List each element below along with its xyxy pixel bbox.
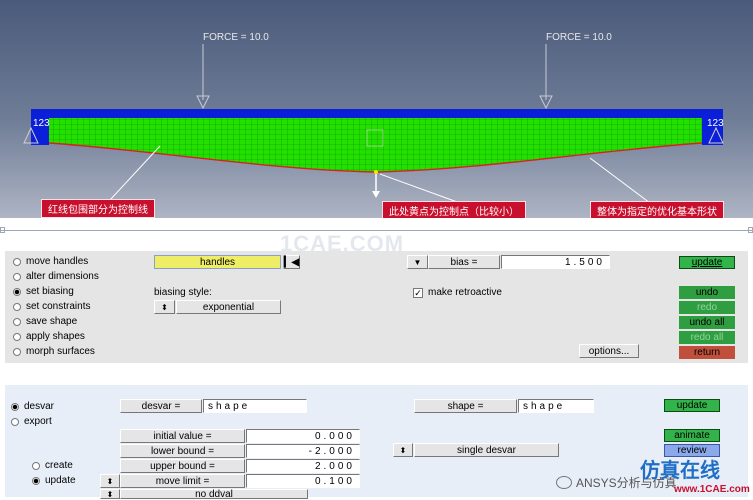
toggle-arrows-icon[interactable]: ⬍ (100, 489, 120, 499)
radio-desvar[interactable]: desvar (11, 401, 54, 412)
radio-indicator (13, 302, 21, 311)
initial-value-field[interactable]: 0.000 (246, 429, 360, 443)
toggle-arrows-icon[interactable]: ⬍ (393, 443, 413, 457)
options-button[interactable]: options... (579, 344, 639, 358)
upper-bound-label: upper bound = (120, 459, 245, 473)
node-label-left: 123 (33, 118, 50, 129)
site-url: www.1CAE.com (674, 484, 750, 495)
shape-name-field[interactable]: shape (518, 399, 594, 413)
top-plate (31, 109, 723, 119)
redo-all-button[interactable]: redo all (679, 331, 735, 344)
mesh-body (49, 118, 702, 172)
radio-create[interactable]: create (32, 460, 73, 471)
radio-indicator (32, 476, 40, 485)
morph-panel: move handles alter dimensions set biasin… (5, 251, 748, 363)
chevron-down-icon[interactable]: ▼ (407, 255, 428, 269)
bias-selector[interactable]: bias = (428, 255, 500, 269)
radio-set-constraints[interactable]: set constraints (13, 301, 90, 312)
force-arrow-right (539, 44, 553, 110)
radio-indicator (13, 347, 21, 356)
checkmark-icon: ✓ (413, 287, 423, 298)
lower-bound-field[interactable]: -2.000 (246, 444, 360, 458)
biasing-style-label: biasing style: (154, 287, 212, 298)
biasing-style-toggle[interactable]: exponential (176, 300, 281, 314)
radio-set-biasing[interactable]: set biasing (13, 286, 74, 297)
callout-control-point: 此处黄点为控制点（比较小） (382, 201, 526, 218)
toggle-arrows-icon[interactable]: ⬍ (154, 300, 175, 314)
force-label-left: FORCE = 10.0 (203, 32, 269, 43)
radio-indicator (13, 257, 21, 266)
radio-indicator (13, 272, 21, 281)
radio-indicator (13, 332, 21, 341)
bias-value-field[interactable]: 1.500 (501, 255, 610, 269)
desvar-name-field[interactable]: shape (203, 399, 307, 413)
control-point (374, 170, 378, 174)
radio-indicator (11, 417, 19, 426)
radio-save-shape[interactable]: save shape (13, 316, 77, 327)
radio-morph-surfaces[interactable]: morph surfaces (13, 346, 95, 357)
force-label-right: FORCE = 10.0 (546, 32, 612, 43)
undo-button[interactable]: undo (679, 286, 735, 299)
force-arrow-left (196, 44, 210, 110)
initial-value-label: initial value = (120, 429, 245, 443)
graphics-viewport[interactable]: FORCE = 10.0 FORCE = 10.0 123 123 红线包围部分… (0, 0, 753, 218)
redo-button[interactable]: redo (679, 301, 735, 314)
handles-selector-button[interactable]: handles (154, 255, 281, 269)
animate-button[interactable]: animate (664, 429, 720, 442)
upper-bound-field[interactable]: 2.000 (246, 459, 360, 473)
node-label-right: 123 (707, 118, 724, 129)
desvar-update-button[interactable]: update (664, 399, 720, 412)
radio-export[interactable]: export (11, 416, 52, 427)
radio-indicator (13, 317, 21, 326)
radio-indicator (13, 287, 21, 296)
site-logo: 仿真在线 (640, 458, 720, 482)
shape-selector[interactable]: shape = (414, 399, 517, 413)
radio-move-handles[interactable]: move handles (13, 256, 88, 267)
lower-bound-label: lower bound = (120, 444, 245, 458)
radio-indicator (11, 402, 19, 411)
ddval-toggle[interactable]: no ddval (120, 489, 308, 500)
wechat-icon (556, 476, 572, 489)
divider-handle-left[interactable] (0, 227, 5, 233)
desvar-selector[interactable]: desvar = (120, 399, 202, 413)
beam-model (23, 44, 724, 204)
radio-update[interactable]: update (32, 475, 76, 486)
radio-apply-shapes[interactable]: apply shapes (13, 331, 85, 342)
move-limit-field[interactable]: 0.100 (246, 474, 360, 488)
panel-divider: 1CAE.COM (0, 218, 753, 256)
callout-control-line: 红线包围部分为控制线 (41, 199, 155, 218)
undo-all-button[interactable]: undo all (679, 316, 735, 329)
radio-indicator (32, 461, 40, 470)
callout-base-shape: 整体为指定的优化基本形状 (590, 201, 724, 218)
update-button[interactable]: update (679, 256, 735, 269)
toggle-arrows-icon[interactable]: ⬍ (100, 474, 120, 488)
return-button[interactable]: return (679, 346, 735, 359)
first-icon[interactable]: ▎◀ (283, 255, 300, 269)
move-limit-toggle[interactable]: move limit = (120, 474, 245, 488)
desvar-type-toggle[interactable]: single desvar (414, 443, 559, 457)
divider-handle-right[interactable] (748, 227, 753, 233)
make-retroactive-checkbox[interactable]: ✓ make retroactive (413, 287, 502, 298)
radio-alter-dimensions[interactable]: alter dimensions (13, 271, 99, 282)
